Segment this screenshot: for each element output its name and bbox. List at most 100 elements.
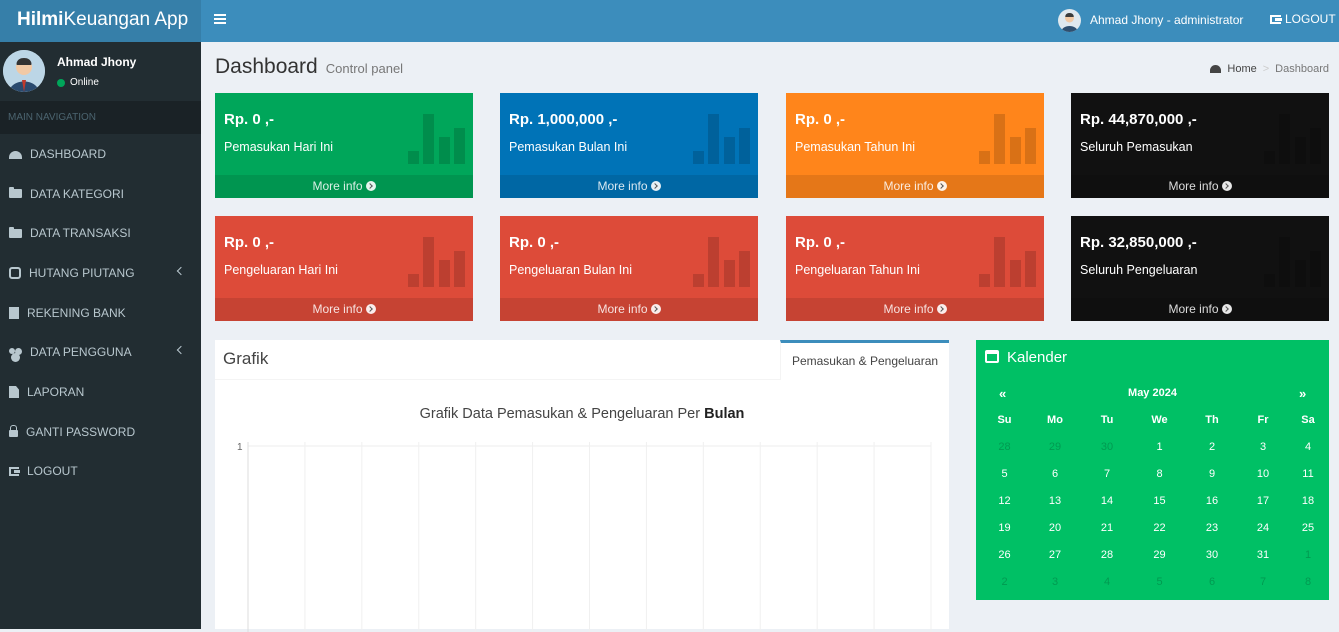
- calendar-day[interactable]: 30: [1080, 434, 1134, 461]
- navbar: Ahmad Jhony - administrator LOGOUT: [201, 0, 1339, 42]
- sidebar-item-data-kategori[interactable]: DATA KATEGORI: [0, 174, 201, 214]
- calendar-day[interactable]: 2: [979, 569, 1030, 596]
- calendar-day[interactable]: 6: [1030, 461, 1080, 488]
- calendar-day[interactable]: 6: [1185, 569, 1239, 596]
- calendar-day[interactable]: 30: [1185, 542, 1239, 569]
- chart-canvas: 1: [237, 442, 932, 632]
- sidebar-item-label: LOGOUT: [27, 464, 78, 479]
- calendar-day[interactable]: 13: [1030, 488, 1080, 515]
- stat-amount: Rp. 0 ,-: [224, 234, 275, 251]
- chevron-left-icon: [176, 346, 186, 355]
- sidebar-item-hutang-piutang[interactable]: HUTANG PIUTANG: [0, 253, 201, 293]
- more-info-link[interactable]: More info: [786, 298, 1044, 321]
- tab-pemasukan-pengeluaran[interactable]: Pemasukan & Pengeluaran: [780, 340, 949, 380]
- bar-chart-icon: [408, 114, 466, 164]
- navbar-logout-button[interactable]: LOGOUT: [1270, 12, 1336, 26]
- status-online: Online: [57, 77, 99, 88]
- sidebar-item-rekening-bank[interactable]: REKENING BANK: [0, 293, 201, 333]
- calendar-day[interactable]: 8: [1134, 461, 1185, 488]
- sidebar-item-data-transaksi[interactable]: DATA TRANSAKSI: [0, 213, 201, 253]
- more-info-link[interactable]: More info: [1071, 175, 1329, 198]
- calendar-day[interactable]: 5: [979, 461, 1030, 488]
- calendar-day[interactable]: 14: [1080, 488, 1134, 515]
- calendar-month[interactable]: May 2024: [976, 387, 1329, 399]
- bar-chart-icon: [979, 237, 1037, 287]
- more-info-link[interactable]: More info: [1071, 298, 1329, 321]
- calendar-day[interactable]: 15: [1134, 488, 1185, 515]
- calendar-day[interactable]: 19: [979, 515, 1030, 542]
- arrow-circle-right-icon: [650, 181, 661, 191]
- nav-header: MAIN NAVIGATION: [0, 101, 201, 134]
- arrow-circle-right-icon: [365, 181, 376, 191]
- calendar-day[interactable]: 9: [1185, 461, 1239, 488]
- calendar-day[interactable]: 25: [1287, 515, 1329, 542]
- chart-title-bold: Bulan: [704, 406, 745, 422]
- calendar-next-button[interactable]: »: [1299, 386, 1306, 401]
- calendar-day[interactable]: 1: [1134, 434, 1185, 461]
- calendar-day[interactable]: 11: [1287, 461, 1329, 488]
- sidebar-item-laporan[interactable]: LAPORAN: [0, 372, 201, 412]
- more-info-link[interactable]: More info: [215, 298, 473, 321]
- more-info-link[interactable]: More info: [500, 298, 758, 321]
- calendar-day[interactable]: 28: [1080, 542, 1134, 569]
- sidebar-item-ganti-password[interactable]: GANTI PASSWORD: [0, 412, 201, 452]
- calendar-day[interactable]: 17: [1239, 488, 1287, 515]
- calendar-day[interactable]: 27: [1030, 542, 1080, 569]
- calendar-day[interactable]: 12: [979, 488, 1030, 515]
- bar-chart-icon: [1264, 114, 1322, 164]
- more-info-link[interactable]: More info: [500, 175, 758, 198]
- calendar-day[interactable]: 18: [1287, 488, 1329, 515]
- more-info-label: More info: [312, 302, 363, 316]
- breadcrumb-current: Dashboard: [1275, 63, 1329, 75]
- user-menu[interactable]: Ahmad Jhony - administrator: [1058, 8, 1243, 32]
- calendar-day[interactable]: 28: [979, 434, 1030, 461]
- bar-chart-icon: [408, 237, 466, 287]
- stat-amount: Rp. 1,000,000 ,-: [509, 111, 618, 128]
- calendar-day[interactable]: 29: [1030, 434, 1080, 461]
- calendar-weekday: Fr: [1257, 414, 1269, 426]
- sidebar-item-logout[interactable]: LOGOUT: [0, 452, 201, 492]
- calendar-day[interactable]: 4: [1080, 569, 1134, 596]
- calendar-day[interactable]: 3: [1239, 434, 1287, 461]
- calendar-day[interactable]: 23: [1185, 515, 1239, 542]
- calendar-day[interactable]: 2: [1185, 434, 1239, 461]
- top-header: HilmiKeuangan App Ahmad Jhony - administ…: [0, 0, 1339, 42]
- app-logo[interactable]: HilmiKeuangan App: [0, 0, 201, 42]
- calendar-day[interactable]: 22: [1134, 515, 1185, 542]
- stat-label: Pemasukan Bulan Ini: [509, 140, 628, 154]
- app-title-bold: Hilmi: [17, 9, 64, 30]
- sidebar-item-label: LAPORAN: [27, 384, 85, 399]
- sidebar-item-data-pengguna[interactable]: DATA PENGGUNA: [0, 332, 201, 372]
- folder-icon: [9, 226, 22, 238]
- calendar-day[interactable]: 7: [1080, 461, 1134, 488]
- stat-label: Pemasukan Hari Ini: [224, 140, 334, 154]
- calendar-day[interactable]: 1: [1287, 542, 1329, 569]
- more-info-link[interactable]: More info: [786, 175, 1044, 198]
- arrow-circle-right-icon: [1221, 181, 1232, 191]
- stat-label: Pemasukan Tahun Ini: [795, 140, 915, 154]
- calendar-day[interactable]: 21: [1080, 515, 1134, 542]
- calendar-day[interactable]: 5: [1134, 569, 1185, 596]
- calendar-day[interactable]: 8: [1287, 569, 1329, 596]
- stat-label: Pengeluaran Bulan Ini: [509, 263, 633, 277]
- menu-toggle-icon[interactable]: [214, 14, 226, 24]
- page-title: Dashboard: [215, 55, 318, 78]
- sidebar-item-dashboard[interactable]: DASHBOARD: [0, 134, 201, 174]
- stat-label: Seluruh Pemasukan: [1080, 140, 1193, 154]
- calendar-day[interactable]: 31: [1239, 542, 1287, 569]
- status-label: Online: [70, 77, 99, 88]
- more-info-link[interactable]: More info: [215, 175, 473, 198]
- calendar-day[interactable]: 3: [1030, 569, 1080, 596]
- calendar-day[interactable]: 29: [1134, 542, 1185, 569]
- calendar-day[interactable]: 26: [979, 542, 1030, 569]
- chevron-left-icon: [176, 266, 186, 276]
- calendar-day[interactable]: 7: [1239, 569, 1287, 596]
- calendar-day[interactable]: 4: [1287, 434, 1329, 461]
- content-header: Dashboard Control panel: [215, 55, 403, 79]
- calendar-day[interactable]: 16: [1185, 488, 1239, 515]
- breadcrumb-separator: >: [1262, 63, 1270, 75]
- calendar-day[interactable]: 10: [1239, 461, 1287, 488]
- calendar-day[interactable]: 24: [1239, 515, 1287, 542]
- calendar-day[interactable]: 20: [1030, 515, 1080, 542]
- breadcrumb-home[interactable]: Home: [1227, 63, 1256, 75]
